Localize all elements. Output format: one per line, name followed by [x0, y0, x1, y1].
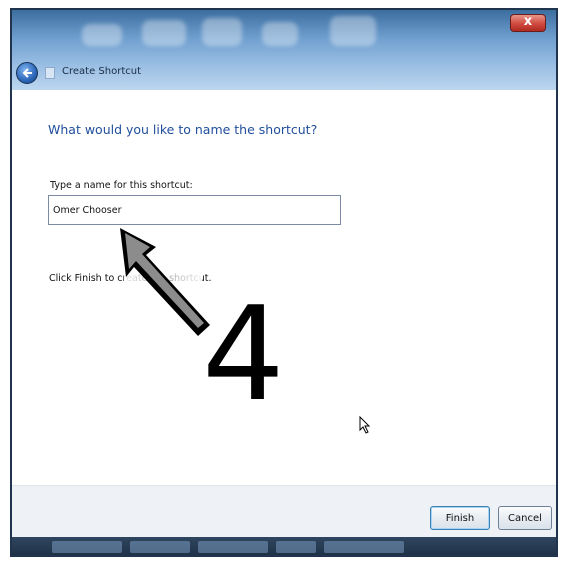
desktop-blur-4	[262, 22, 298, 46]
cancel-button[interactable]: Cancel	[498, 506, 552, 530]
taskbar-item-4[interactable]	[276, 541, 316, 553]
desktop-blur-1	[82, 24, 122, 46]
window-title: Create Shortcut	[62, 66, 141, 77]
wizard-heading: What would you like to name the shortcut…	[48, 122, 318, 137]
shortcut-icon	[45, 67, 55, 79]
desktop-blur-3	[202, 18, 242, 46]
taskbar-item-1[interactable]	[52, 541, 122, 553]
finish-button[interactable]: Finish	[430, 506, 490, 530]
close-icon: x	[523, 14, 533, 29]
mouse-cursor-icon	[359, 416, 371, 434]
shortcut-name-input[interactable]	[48, 195, 341, 225]
taskbar-item-5[interactable]	[324, 541, 404, 553]
create-shortcut-window: x Create Shortcut What would you like to…	[10, 8, 558, 557]
desktop-blur-2	[142, 20, 186, 46]
wizard-footer: Finish Cancel	[12, 485, 556, 538]
taskbar	[12, 537, 556, 555]
screenshot-frame: x Create Shortcut What would you like to…	[0, 0, 565, 565]
taskbar-item-2[interactable]	[130, 541, 190, 553]
shortcut-name-label: Type a name for this shortcut:	[50, 180, 193, 191]
close-button[interactable]: x	[510, 14, 546, 32]
back-arrow-icon	[22, 68, 32, 78]
back-button[interactable]	[16, 62, 38, 84]
wizard-navigation: Create Shortcut	[12, 57, 556, 91]
step-number-annotation: 4	[202, 278, 285, 430]
desktop-blur-5	[330, 16, 376, 46]
wizard-content: What would you like to name the shortcut…	[12, 90, 556, 485]
taskbar-item-3[interactable]	[198, 541, 268, 553]
